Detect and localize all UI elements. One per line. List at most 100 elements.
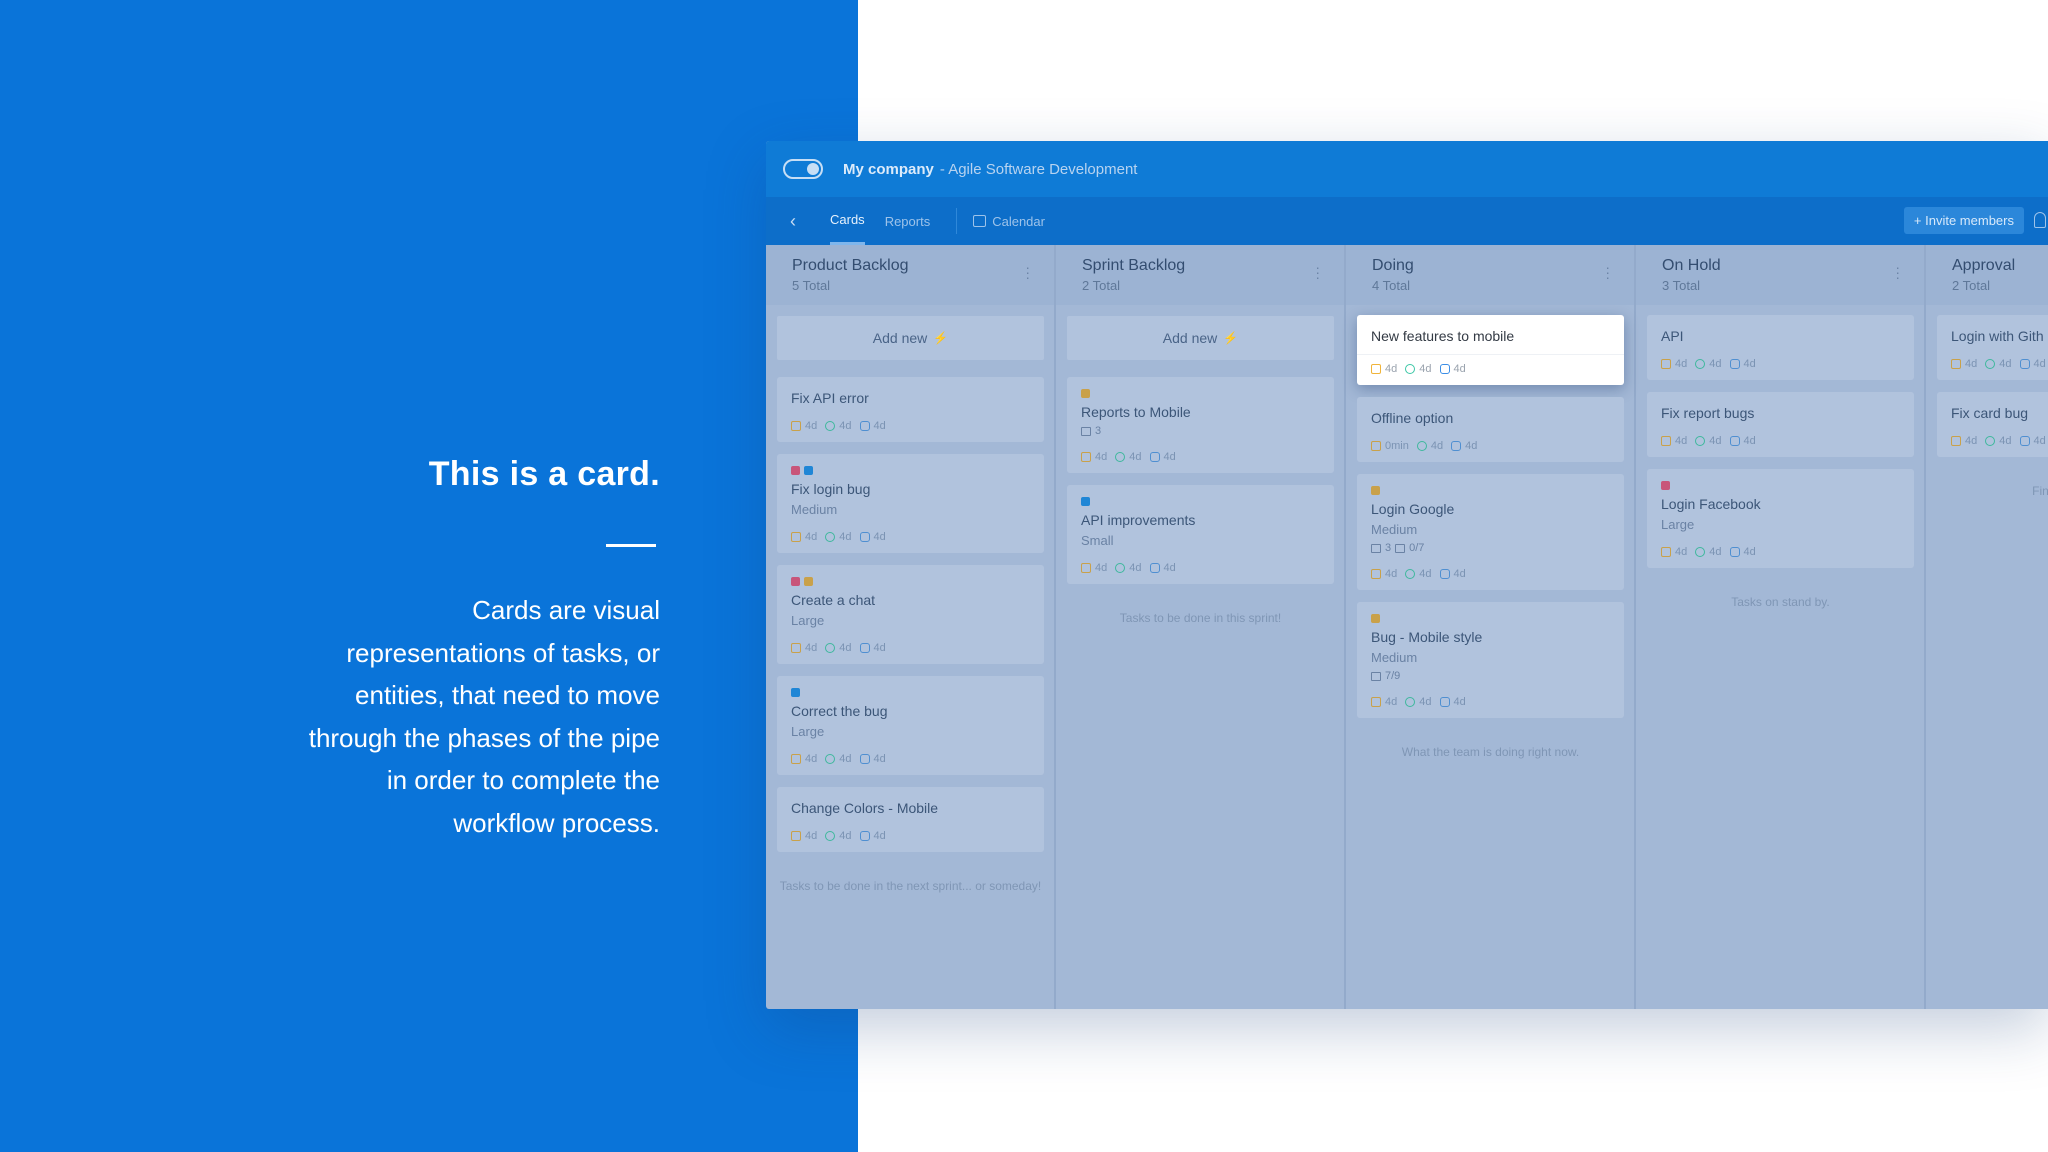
chat-icon — [825, 421, 836, 431]
company-name[interactable]: My company — [843, 161, 934, 178]
clock-icon — [791, 421, 801, 431]
tag-color — [1081, 389, 1090, 398]
column-note: Tasks to be done in the next sprint... o… — [779, 879, 1042, 893]
refresh-icon — [859, 831, 870, 841]
clock-icon — [1951, 359, 1961, 369]
metric-value: 4d — [839, 830, 852, 842]
clock-icon — [1661, 547, 1671, 557]
tab-calendar[interactable]: Calendar — [992, 197, 1045, 245]
card[interactable]: Bug - Mobile style Medium 7/9 4d 4d 4d — [1357, 602, 1624, 718]
metric-value: 4d — [1385, 696, 1398, 708]
more-vertical-icon[interactable]: · · · — [1605, 260, 1610, 284]
chevron-left-icon[interactable]: ‹ — [790, 211, 820, 232]
project-name[interactable]: - Agile Software Development — [940, 161, 1138, 178]
metric-value: 4d — [873, 420, 886, 432]
chat-icon — [1985, 436, 1996, 446]
refresh-icon — [1149, 452, 1160, 462]
card-title: Fix report bugs — [1661, 405, 1755, 421]
card[interactable]: Change Colors - Mobile 4d 4d 4d — [777, 787, 1044, 852]
card[interactable]: Offline option 0min 4d 4d — [1357, 397, 1624, 462]
card-title: Fix login bug — [791, 481, 871, 497]
metric-value: 4d — [1709, 358, 1722, 370]
column-total: 4 Total — [1372, 278, 1411, 293]
column-total: 3 Total — [1662, 278, 1701, 293]
refresh-icon — [859, 421, 870, 431]
tab-reports[interactable]: Reports — [885, 197, 931, 245]
clock-icon — [1661, 359, 1671, 369]
metric-value: 4d — [1385, 363, 1398, 375]
column-body: New features to mobile 4d 4d 4d Offline opti… — [1346, 305, 1634, 761]
card[interactable]: Correct the bug Large 4d 4d 4d — [777, 676, 1044, 775]
card[interactable]: New features to mobile 4d 4d 4d — [1357, 315, 1624, 385]
metric-value: 4d — [1129, 562, 1142, 574]
column-body: Login with Gith 4d 4d 4d Fix card bug 4d 4d 4d F… — [1926, 305, 2048, 500]
chat-icon — [1416, 441, 1427, 451]
chat-icon — [1405, 569, 1416, 579]
metric: 4d — [1695, 358, 1722, 370]
column-on-hold: On Hold 3 Total · · · API 4d 4d 4d Fix report b… — [1636, 245, 1926, 1009]
card-metrics: 4d 4d 4d — [1371, 696, 1610, 708]
metric: 4d — [1729, 546, 1756, 558]
card[interactable]: Reports to Mobile 3 4d 4d 4d — [1067, 377, 1334, 473]
card-metrics: 4d 4d 4d — [1951, 435, 2048, 447]
metric: 0min — [1371, 440, 1409, 452]
metric-value: 4d — [1385, 568, 1398, 580]
tab-cards[interactable]: Cards — [830, 197, 865, 245]
card-title: Bug - Mobile style — [1371, 629, 1483, 645]
metric: 4d — [1371, 363, 1397, 375]
column-body: API 4d 4d 4d Fix report bugs 4d 4d 4d Login Face… — [1636, 305, 1924, 611]
column-header: Sprint Backlog 2 Total · · · — [1056, 245, 1344, 305]
column-note: Tasks to be done in this sprint! — [1119, 611, 1282, 625]
card[interactable]: Login Google Medium 3 0/7 4d 4d 4d — [1357, 474, 1624, 590]
metric: 4d — [825, 420, 852, 432]
metric: 4d — [1149, 451, 1176, 463]
refresh-icon — [1439, 364, 1450, 374]
more-vertical-icon[interactable]: · · · — [1895, 260, 1900, 284]
clock-icon — [791, 754, 801, 764]
card-tags — [791, 577, 1030, 586]
user-icon[interactable] — [2034, 212, 2046, 228]
column-title: Sprint Backlog — [1082, 257, 1186, 274]
card-title: New features to mobile — [1371, 328, 1515, 344]
metric-value: 4d — [1965, 358, 1978, 370]
metric-value: 4d — [1709, 435, 1722, 447]
metric: 4d — [1405, 696, 1432, 708]
card-meta: 7/9 — [1371, 670, 1610, 682]
chat-icon — [1695, 359, 1706, 369]
card[interactable]: Fix report bugs 4d 4d 4d — [1647, 392, 1914, 457]
invite-members-button[interactable]: + Invite members — [1903, 207, 2024, 234]
metric: 4d — [859, 753, 886, 765]
metric: 4d — [1661, 358, 1687, 370]
card-size: Medium — [791, 502, 838, 517]
card[interactable]: Fix API error 4d 4d 4d — [777, 377, 1044, 442]
card-metrics: 4d 4d 4d — [1081, 451, 1320, 463]
chat-icon — [1695, 547, 1706, 557]
chat-icon — [1985, 359, 1996, 369]
toggle-icon[interactable] — [783, 159, 823, 179]
card-tags — [1081, 389, 1320, 398]
metric: 4d — [1985, 358, 2012, 370]
card[interactable]: Login Facebook Large 4d 4d 4d — [1647, 469, 1914, 568]
column-header: On Hold 3 Total · · · — [1636, 245, 1924, 305]
add-new-button[interactable]: Add new ⚡ — [1067, 316, 1334, 360]
add-new-button[interactable]: Add new ⚡ — [777, 316, 1044, 360]
card[interactable]: Fix card bug 4d 4d 4d — [1937, 392, 2048, 457]
card-title: Login with Gith — [1951, 328, 2044, 344]
card[interactable]: API improvements Small 4d 4d 4d — [1067, 485, 1334, 584]
chat-icon — [825, 831, 836, 841]
card-size: Large — [791, 724, 825, 739]
card[interactable]: Login with Gith 4d 4d 4d — [1937, 315, 2048, 380]
card[interactable]: API 4d 4d 4d — [1647, 315, 1914, 380]
metric-value: 4d — [1419, 696, 1432, 708]
metric-value: 4d — [1430, 440, 1444, 452]
more-vertical-icon[interactable]: · · · — [1025, 260, 1030, 284]
metric: 4d — [791, 420, 817, 432]
card[interactable]: Create a chat Large 4d 4d 4d — [777, 565, 1044, 664]
nav-divider — [956, 208, 958, 234]
card[interactable]: Fix login bug Medium 4d 4d 4d — [777, 454, 1044, 553]
metric-value: 4d — [805, 830, 818, 842]
intro-line: entities, that need to move — [355, 680, 660, 710]
metric: 4d — [825, 753, 852, 765]
checklist-count: 7/9 — [1385, 670, 1401, 682]
more-vertical-icon[interactable]: · · · — [1315, 260, 1320, 284]
